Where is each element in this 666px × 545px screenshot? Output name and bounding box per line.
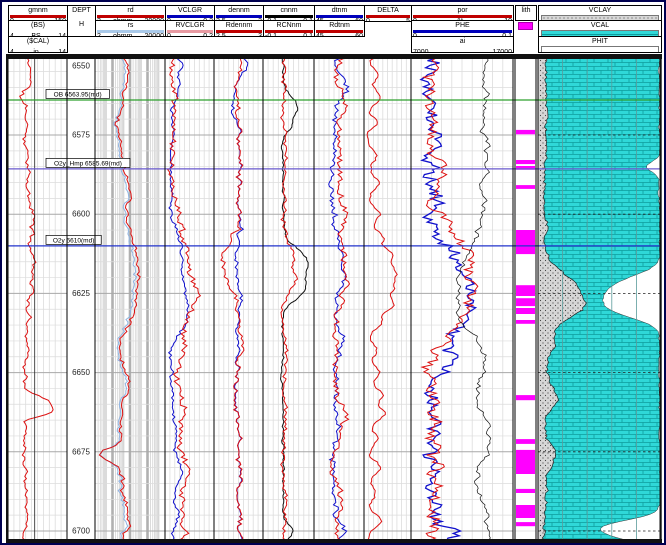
lith-bar[interactable]: [516, 308, 535, 314]
lith-bar[interactable]: [516, 489, 535, 493]
lith-bar[interactable]: [516, 298, 535, 306]
depth-tick-label: 6600: [72, 210, 90, 219]
log-viewer-window: gmnm 0150(BS) 4BS14($CAL): [0, 0, 666, 545]
lith-bar[interactable]: [516, 230, 535, 254]
depth-tick-label: 6625: [72, 289, 90, 298]
depth-tick-label: 6575: [72, 131, 90, 140]
depth-tick-label: 6650: [72, 368, 90, 377]
lith-bar[interactable]: [516, 522, 535, 526]
lith-bar[interactable]: [516, 185, 535, 189]
depth-tick-label: 6550: [72, 62, 90, 71]
depth-tick-label: 6675: [72, 447, 90, 456]
lith-bar[interactable]: [516, 395, 535, 400]
lith-bar[interactable]: [516, 160, 535, 164]
svg-text:O2y 6610(md): O2y 6610(md): [53, 237, 95, 244]
lith-bar[interactable]: [516, 450, 535, 474]
svg-text:O2y_Hmp 6585.69(md): O2y_Hmp 6585.69(md): [54, 160, 122, 167]
depth-tick-label: 6700: [72, 527, 90, 536]
lith-bar[interactable]: [516, 320, 535, 324]
lith-bar[interactable]: [516, 130, 535, 134]
log-plot-canvas[interactable]: OB 6563.95(md)O2y_Hmp 6585.69(md)O2y 661…: [2, 2, 664, 543]
lith-bar[interactable]: [516, 285, 535, 296]
lith-bar[interactable]: [516, 505, 535, 518]
lith-bar[interactable]: [516, 439, 535, 444]
